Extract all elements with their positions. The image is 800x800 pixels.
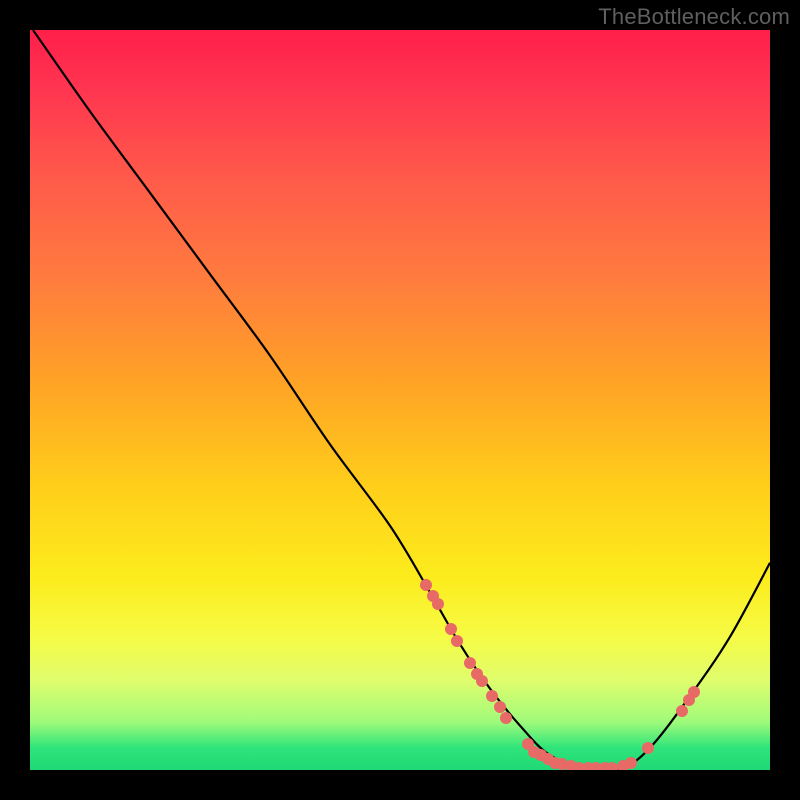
chart-frame: TheBottleneck.com (0, 0, 800, 800)
curve-path (33, 30, 770, 770)
curve-svg (30, 30, 770, 770)
plot-area (30, 30, 770, 770)
data-dot (464, 657, 476, 669)
data-dot (486, 690, 498, 702)
data-dot (642, 742, 654, 754)
data-dot (420, 579, 432, 591)
data-dot (451, 635, 463, 647)
data-dot (432, 598, 444, 610)
watermark-text: TheBottleneck.com (598, 4, 790, 30)
data-dot (625, 757, 637, 769)
data-dot (676, 705, 688, 717)
